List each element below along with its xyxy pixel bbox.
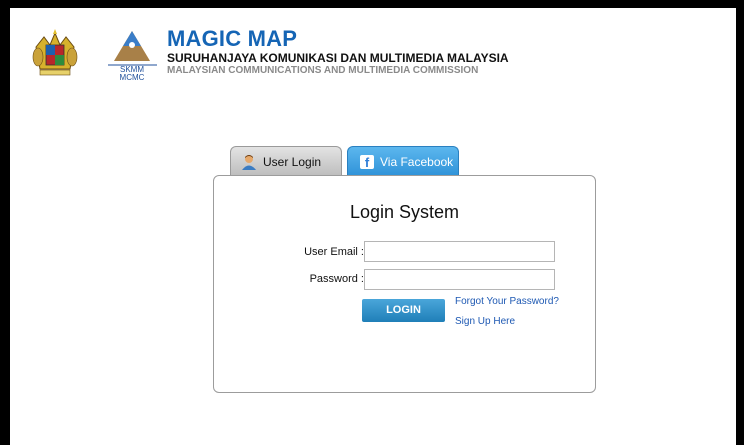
skmm-logo: SKMM MCMC: [105, 27, 160, 82]
sign-up-link[interactable]: Sign Up Here: [455, 316, 515, 327]
tab-via-facebook-label: Via Facebook: [380, 155, 454, 169]
login-title: Login System: [349, 202, 460, 222]
user-icon: [242, 155, 256, 170]
mcmc-text: MCMC: [120, 73, 145, 81]
login-button[interactable]: LOGIN: [362, 299, 445, 322]
app-title: MAGIC MAP: [167, 26, 298, 51]
password-field[interactable]: [364, 269, 555, 290]
login-panel: Login System User Email : Password : LOG…: [213, 175, 596, 393]
tab-via-facebook[interactable]: f Via Facebook: [347, 146, 459, 176]
page: SKMM MCMC MAGIC MAP SURUHANJAYA KOMUNIKA…: [10, 8, 736, 445]
email-field[interactable]: [364, 241, 555, 262]
commission-name-en: MALAYSIAN COMMUNICATIONS AND MULTIMEDIA …: [167, 65, 479, 76]
forgot-password-link[interactable]: Forgot Your Password?: [455, 296, 559, 307]
tab-user-login[interactable]: User Login: [230, 146, 342, 176]
facebook-icon: f: [360, 155, 374, 170]
tab-user-login-label: User Login: [263, 155, 322, 169]
commission-name-ms: SURUHANJAYA KOMUNIKASI DAN MULTIMEDIA MA…: [167, 51, 509, 65]
coat-of-arms-logo: [32, 29, 78, 76]
email-label: User Email :: [304, 246, 364, 258]
password-label: Password :: [309, 273, 364, 285]
